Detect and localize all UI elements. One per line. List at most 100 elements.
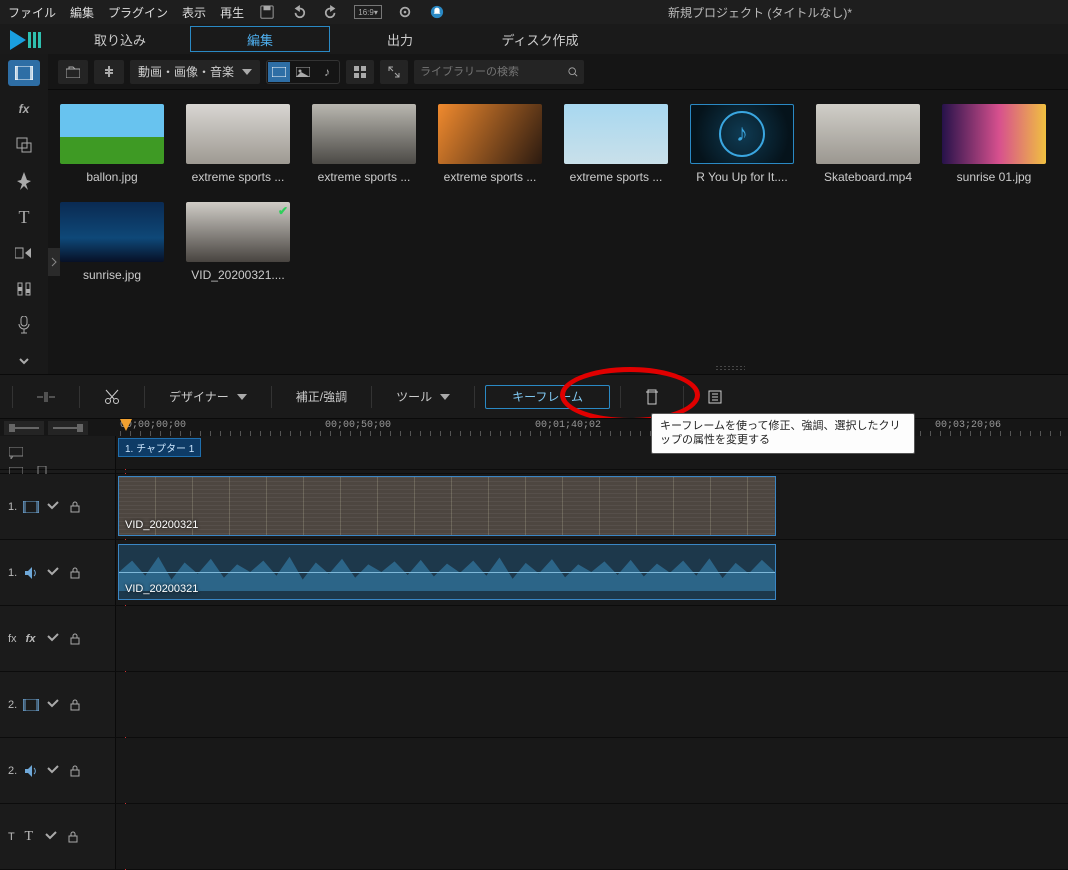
track-type-icon	[23, 499, 39, 515]
track-body[interactable]	[116, 606, 1068, 671]
plugin-button[interactable]	[94, 60, 124, 84]
library-search[interactable]	[414, 60, 584, 84]
library-item[interactable]: ✔extreme sports ...	[184, 104, 292, 184]
collapse-rail-icon[interactable]	[8, 348, 40, 374]
ruler-label: 00;03;20;06	[935, 420, 1001, 431]
grid-view-icon[interactable]	[346, 60, 374, 84]
media-filter-dropdown[interactable]: 動画・画像・音楽	[130, 60, 260, 84]
menu-view[interactable]: 表示	[182, 4, 206, 21]
fix-enhance-button[interactable]: 補正/強調	[282, 385, 361, 409]
library-item[interactable]: ✔Skateboard.mp4	[814, 104, 922, 184]
track-visible-toggle[interactable]	[43, 829, 59, 845]
expand-view-icon[interactable]	[380, 60, 408, 84]
audio-room-icon[interactable]	[8, 276, 40, 302]
track-visible-toggle[interactable]	[45, 565, 61, 581]
track-index: 1.	[8, 501, 17, 513]
cut-icon[interactable]	[90, 385, 134, 409]
trash-icon[interactable]	[631, 385, 673, 409]
panel-grip-icon[interactable]	[715, 365, 745, 371]
keyframe-button[interactable]: キーフレーム	[485, 385, 610, 409]
track-body[interactable]: VID_20200321	[116, 540, 1068, 605]
zoom-in-icon[interactable]	[48, 421, 88, 435]
library-item[interactable]: ✔extreme sports ...	[310, 104, 418, 184]
track-body[interactable]	[116, 804, 1068, 869]
main-area: fx T 動画・画像・音楽 ♪	[0, 54, 1068, 374]
menu-edit[interactable]: 編集	[70, 4, 94, 21]
track-lock-toggle[interactable]	[67, 763, 83, 779]
track-lock-toggle[interactable]	[67, 565, 83, 581]
library-item-label: extreme sports ...	[310, 170, 418, 184]
track-row-title: TT	[0, 804, 1068, 870]
left-tool-rail: fx T	[0, 54, 48, 374]
title-room-icon[interactable]: T	[8, 204, 40, 230]
undo-icon[interactable]	[290, 3, 308, 21]
track-head: fxfx	[0, 606, 116, 671]
track-index: 1.	[8, 567, 17, 579]
menu-plugin[interactable]: プラグイン	[108, 4, 168, 21]
tab-disc[interactable]: ディスク作成	[470, 26, 610, 52]
track-body[interactable]	[116, 672, 1068, 737]
filter-all-icon[interactable]	[268, 62, 290, 82]
chapter-marker[interactable]: 1. チャプター 1	[118, 438, 201, 457]
timeline-clip[interactable]: VID_20200321	[118, 544, 776, 600]
library-item-label: ballon.jpg	[58, 170, 166, 184]
chapter-comment-icon[interactable]	[8, 445, 24, 461]
track-index: T	[8, 831, 15, 843]
filter-image-icon[interactable]	[292, 62, 314, 82]
library-item[interactable]: ✔sunrise.jpg	[58, 202, 166, 282]
library-item[interactable]: ✔extreme sports ...	[436, 104, 544, 184]
import-media-button[interactable]	[58, 60, 88, 84]
track-body[interactable]: VID_20200321	[116, 474, 1068, 539]
gear-icon[interactable]	[396, 3, 414, 21]
library-item-label: R You Up for It....	[688, 170, 796, 184]
track-type-icon	[23, 697, 39, 713]
fx-room-icon[interactable]: fx	[8, 96, 40, 122]
track-visible-toggle[interactable]	[45, 697, 61, 713]
timeline-toolbar: デザイナー 補正/強調 ツール キーフレーム キーフレームを使って修正、強調、選…	[0, 374, 1068, 418]
library-item[interactable]: ✔ballon.jpg	[58, 104, 166, 184]
track-body[interactable]	[116, 738, 1068, 803]
redo-icon[interactable]	[322, 3, 340, 21]
track-lock-toggle[interactable]	[67, 631, 83, 647]
library-item[interactable]: ✔sunrise 01.jpg	[940, 104, 1048, 184]
designer-dropdown[interactable]: デザイナー	[155, 385, 261, 409]
bell-icon[interactable]	[428, 3, 446, 21]
aspect-icon[interactable]: 16:9▾	[354, 5, 382, 19]
tool-dropdown[interactable]: ツール	[382, 385, 464, 409]
transition-room-icon[interactable]	[8, 240, 40, 266]
library-item[interactable]: ✔VID_20200321....	[184, 202, 292, 282]
search-icon[interactable]	[568, 66, 578, 78]
tab-edit[interactable]: 編集	[190, 26, 330, 52]
track-visible-toggle[interactable]	[45, 499, 61, 515]
tab-output[interactable]: 出力	[330, 26, 470, 52]
media-room-icon[interactable]	[8, 60, 40, 86]
library-search-input[interactable]	[420, 66, 562, 78]
track-type-icon	[23, 763, 39, 779]
align-icon[interactable]	[23, 385, 69, 409]
menu-file[interactable]: ファイル	[8, 4, 56, 21]
library-item[interactable]: ✔extreme sports ...	[562, 104, 670, 184]
media-type-toggle: ♪	[266, 60, 340, 84]
track-lock-toggle[interactable]	[67, 499, 83, 515]
pip-room-icon[interactable]	[8, 132, 40, 158]
filter-audio-icon[interactable]: ♪	[316, 62, 338, 82]
library-item-label: extreme sports ...	[562, 170, 670, 184]
voice-room-icon[interactable]	[8, 312, 40, 338]
tab-import[interactable]: 取り込み	[50, 26, 190, 52]
track-row-video: 2.	[0, 672, 1068, 738]
particle-room-icon[interactable]	[8, 168, 40, 194]
track-type-icon: T	[21, 829, 37, 845]
track-lock-toggle[interactable]	[67, 697, 83, 713]
timeline-clip[interactable]: VID_20200321	[118, 476, 776, 536]
library-item[interactable]: ♪✔R You Up for It....	[688, 104, 796, 184]
track-lock-toggle[interactable]	[65, 829, 81, 845]
track-visible-toggle[interactable]	[45, 763, 61, 779]
track-visible-toggle[interactable]	[45, 631, 61, 647]
ruler-label: 00;00;50;00	[325, 420, 391, 431]
library-item-label: VID_20200321....	[184, 268, 292, 282]
zoom-out-icon[interactable]	[4, 421, 44, 435]
track-index: fx	[8, 633, 17, 645]
more-icon[interactable]	[694, 385, 736, 409]
save-icon[interactable]	[258, 3, 276, 21]
menu-play[interactable]: 再生	[220, 4, 244, 21]
